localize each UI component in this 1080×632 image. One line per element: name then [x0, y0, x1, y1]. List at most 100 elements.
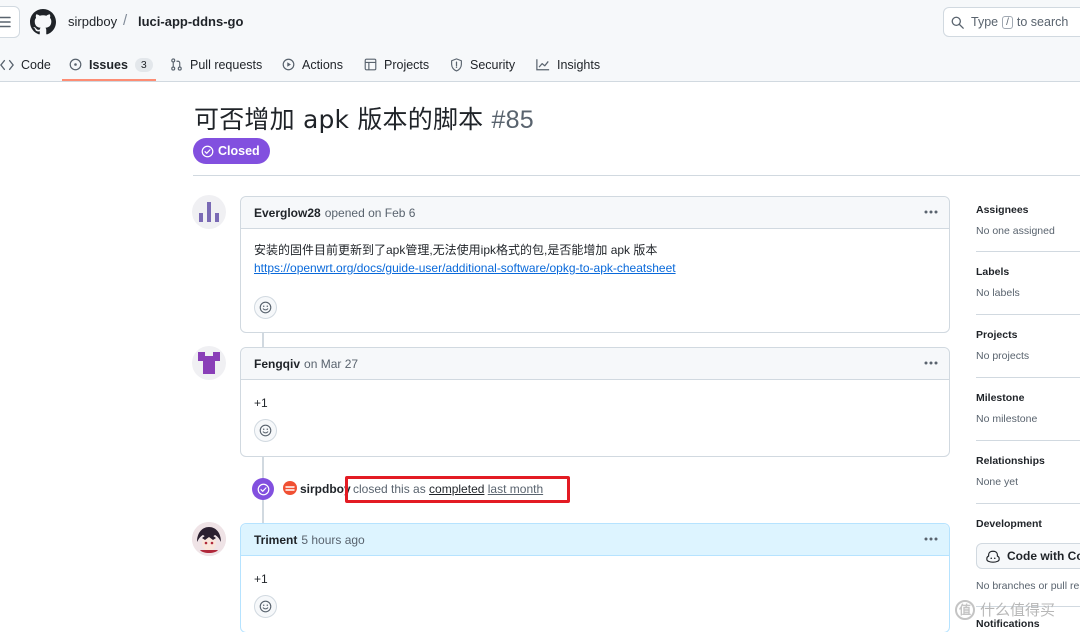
comment-author[interactable]: Everglow28: [254, 206, 321, 220]
comment-meta[interactable]: 5 hours ago: [301, 533, 364, 547]
avatar[interactable]: [192, 346, 226, 380]
tab-insights[interactable]: Insights: [536, 48, 600, 81]
kebab-menu-button[interactable]: [921, 203, 941, 221]
graph-icon: [536, 59, 550, 71]
issue-number: #85: [491, 106, 534, 134]
closed-event-icon: [252, 478, 274, 500]
git-pull-request-icon: [171, 58, 182, 71]
smiley-icon: [259, 301, 272, 314]
sidebar-title: Milestone: [976, 392, 1025, 404]
tab-projects[interactable]: Projects: [364, 48, 429, 81]
comment-author[interactable]: Fengqiv: [254, 357, 300, 371]
kebab-horizontal-icon: [924, 210, 938, 214]
actor-avatar-icon: [285, 486, 295, 491]
repo-owner-link[interactable]: sirpdboy: [68, 14, 117, 29]
tab-issues[interactable]: Issues 3: [69, 48, 153, 81]
smiley-icon: [259, 424, 272, 437]
search-suffix: to search: [1016, 15, 1069, 29]
comment-body: +1: [241, 380, 949, 412]
site-watermark: 值 什么值得买: [955, 599, 1055, 620]
smiley-icon: [259, 600, 272, 613]
avatar[interactable]: [192, 195, 226, 229]
breadcrumb-separator: /: [123, 12, 128, 29]
tab-label: Issues: [89, 57, 128, 72]
sidebar-divider: [976, 503, 1080, 504]
table-icon: [364, 58, 377, 71]
watermark-text: 什么值得买: [980, 602, 1056, 619]
tab-pull-requests[interactable]: Pull requests: [170, 48, 262, 81]
repo-name-link[interactable]: luci-app-ddns-go: [138, 14, 243, 29]
annotation-highlight-box: [345, 476, 570, 503]
tab-label: Pull requests: [190, 57, 263, 72]
sidebar-value: None yet: [976, 476, 1019, 488]
sidebar-development: Development: [976, 518, 1080, 530]
tab-actions[interactable]: Actions: [282, 48, 343, 81]
avatar[interactable]: [192, 522, 226, 556]
anime-avatar-icon: [192, 522, 226, 556]
issue-state-badge: Closed: [193, 138, 270, 164]
comment-text: +1: [254, 572, 268, 586]
sidebar-value: No milestone: [976, 413, 1038, 425]
tab-label: Security: [470, 57, 516, 72]
play-circle-icon: [282, 58, 295, 71]
sidebar-development-value: No branches or pull re: [976, 580, 1080, 592]
search-input[interactable]: Type / to search: [943, 7, 1080, 37]
add-reaction-button[interactable]: [254, 296, 277, 319]
code-icon: [0, 59, 14, 70]
add-reaction-button[interactable]: [254, 595, 277, 618]
sidebar-value: No projects: [976, 350, 1030, 362]
sidebar-value: No one assigned: [976, 225, 1055, 237]
shield-icon: [451, 57, 462, 71]
tab-label: Insights: [557, 57, 601, 72]
comment-card: Fengqiv on Mar 27 +1: [240, 347, 950, 457]
sidebar-value: No branches or pull re: [976, 580, 1080, 592]
sidebar-divider: [976, 377, 1080, 378]
issue-title: 可否增加 apk 版本的脚本 #85: [194, 100, 534, 136]
github-logo-icon[interactable]: [30, 9, 56, 35]
issues-count-badge: 3: [134, 57, 153, 72]
repo-nav-tabs: Code Issues 3 Pull requests Actions Proj…: [0, 48, 1080, 82]
kebab-horizontal-icon: [924, 361, 938, 365]
sidebar-title: Relationships: [976, 455, 1045, 467]
code-with-copilot-button[interactable]: Code with Co: [976, 543, 1080, 569]
comment-body: 安装的固件目前更新到了apk管理,无法使用ipk格式的包,是否能增加 apk 版…: [241, 229, 949, 277]
comment-body: +1: [241, 556, 949, 588]
comment-header: Triment 5 hours ago: [241, 524, 949, 556]
comment-text: +1: [254, 396, 268, 410]
comment-card: Triment 5 hours ago +1: [240, 523, 950, 632]
sidebar-title: Projects: [976, 329, 1018, 341]
kebab-menu-button[interactable]: [921, 354, 941, 372]
kebab-menu-button[interactable]: [921, 530, 941, 548]
event-actor[interactable]: sirpdboy: [300, 482, 351, 496]
code-with-label: Code with Co: [1007, 549, 1080, 563]
check-circle-icon: [257, 483, 269, 495]
hamburger-icon: [0, 16, 11, 28]
sidebar-divider: [976, 314, 1080, 315]
search-shortcut-key: /: [1002, 15, 1013, 29]
sidebar-milestone[interactable]: Milestone No milestone: [976, 392, 1080, 425]
sidebar-divider: [976, 251, 1080, 252]
comment-header: Everglow28 opened on Feb 6: [241, 197, 949, 229]
issue-opened-icon: [69, 58, 82, 71]
comment-link[interactable]: https://openwrt.org/docs/guide-user/addi…: [254, 261, 676, 275]
comment-card: Everglow28 opened on Feb 6 安装的固件目前更新到了ap…: [240, 196, 950, 333]
sidebar-value: No labels: [976, 287, 1020, 299]
repo-header: sirpdboy / luci-app-ddns-go Type / to se…: [0, 0, 1080, 82]
sidebar-relationships[interactable]: Relationships None yet: [976, 455, 1080, 488]
tab-label: Projects: [384, 57, 430, 72]
issue-state-label: Closed: [218, 144, 260, 158]
identicon-avatar-icon: [198, 352, 220, 374]
sidebar-projects[interactable]: Projects No projects: [976, 329, 1080, 362]
hamburger-menu-button[interactable]: [0, 6, 20, 38]
tab-code[interactable]: Code: [0, 48, 51, 81]
add-reaction-button[interactable]: [254, 419, 277, 442]
kebab-horizontal-icon: [924, 537, 938, 541]
comment-meta[interactable]: on Mar 27: [304, 357, 358, 371]
tab-security[interactable]: Security: [450, 48, 515, 81]
comment-author[interactable]: Triment: [254, 533, 297, 547]
sidebar-labels[interactable]: Labels No labels: [976, 266, 1080, 299]
comment-meta[interactable]: opened on Feb 6: [325, 206, 416, 220]
sidebar-assignees[interactable]: Assignees No one assigned: [976, 204, 1080, 237]
event-actor-avatar[interactable]: [283, 481, 297, 495]
tab-label: Actions: [302, 57, 343, 72]
